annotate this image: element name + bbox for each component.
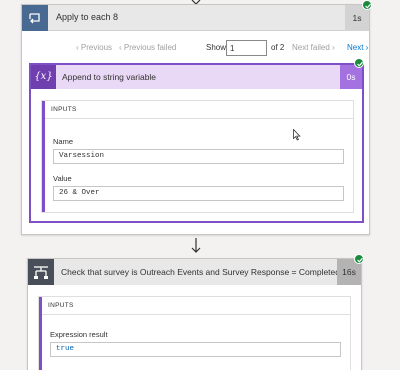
condition-success-icon	[354, 254, 364, 264]
expression-result-field[interactable]: true	[50, 342, 341, 357]
apply-to-each-card: Apply to each 8 1s ‹ Previous ‹ Previous…	[21, 4, 370, 235]
previous-failed-button[interactable]: ‹ Previous failed	[119, 43, 176, 52]
append-variable-duration: 0s	[340, 65, 362, 89]
connector-arrow-mid-icon	[191, 238, 201, 253]
mouse-cursor-icon	[293, 129, 301, 141]
append-variable-success-icon	[354, 58, 364, 68]
variable-icon: {x}	[31, 65, 56, 89]
append-inputs-panel: INPUTS Name Varsession Value 26 & Over	[41, 100, 354, 213]
condition-header[interactable]: Check that survey is Outreach Events and…	[28, 259, 361, 285]
inputs-heading: INPUTS	[51, 106, 77, 113]
condition-title: Check that survey is Outreach Events and…	[61, 267, 340, 277]
condition-inputs-header: INPUTS	[42, 297, 350, 315]
next-failed-button[interactable]: Next failed ›	[292, 43, 335, 52]
previous-button[interactable]: ‹ Previous	[76, 43, 112, 52]
show-label: Show	[206, 43, 227, 52]
append-variable-title: Append to string variable	[62, 72, 157, 82]
inputs-header: INPUTS	[45, 101, 353, 119]
value-label: Value	[53, 174, 72, 183]
expression-result-label: Expression result	[50, 330, 108, 339]
next-button[interactable]: Next ›	[347, 43, 368, 52]
condition-inputs-heading: INPUTS	[48, 302, 74, 309]
condition-card: Check that survey is Outreach Events and…	[27, 258, 362, 370]
apply-to-each-header[interactable]: Apply to each 8 1s	[22, 5, 369, 31]
loop-icon	[22, 5, 48, 31]
condition-inputs-panel: INPUTS Expression result true	[38, 296, 351, 370]
name-label: Name	[53, 137, 74, 146]
page-total: of 2	[271, 43, 285, 52]
append-variable-header[interactable]: {x} Append to string variable 0s	[31, 65, 362, 89]
append-variable-card: {x} Append to string variable 0s INPUTS …	[29, 63, 364, 223]
apply-to-each-success-icon	[362, 0, 372, 10]
value-value-field[interactable]: 26 & Over	[53, 186, 344, 201]
name-value-field[interactable]: Varsession	[53, 149, 344, 164]
apply-to-each-title: Apply to each 8	[56, 12, 119, 22]
condition-icon	[28, 259, 54, 285]
page-number-input[interactable]	[226, 40, 267, 56]
